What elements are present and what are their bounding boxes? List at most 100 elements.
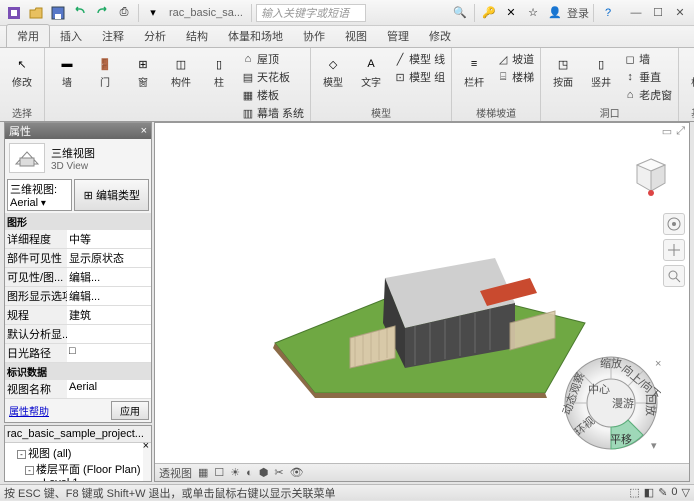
dormer-button[interactable]: ⌂老虎窗 bbox=[621, 86, 674, 104]
model-button[interactable]: ◇模型 bbox=[315, 50, 351, 91]
help-icon[interactable]: ? bbox=[598, 3, 618, 23]
property-row[interactable]: 可见性/图...编辑... bbox=[5, 268, 151, 287]
tab-分析[interactable]: 分析 bbox=[134, 25, 176, 47]
door-button[interactable]: 🚪门 bbox=[87, 50, 123, 91]
window-button[interactable]: ⊞窗 bbox=[125, 50, 161, 91]
save-icon[interactable] bbox=[48, 3, 68, 23]
type-selector[interactable]: 三维视图: Aerial ▾ bbox=[7, 179, 72, 211]
project-tree[interactable]: -视图 (all)-楼层平面 (Floor Plan)Level 1Level … bbox=[5, 443, 143, 482]
tab-修改[interactable]: 修改 bbox=[419, 25, 461, 47]
steering-wheel[interactable]: 缩放 回放 平移 向上/向下 环视 中心 漫游 动态观察 × ▾ bbox=[561, 353, 661, 453]
print-icon[interactable]: ⎙ bbox=[114, 3, 134, 23]
worksets-icon[interactable]: ⬚ bbox=[629, 486, 639, 499]
minimize-icon[interactable]: — bbox=[626, 5, 646, 21]
undo-icon[interactable] bbox=[70, 3, 90, 23]
floor-button[interactable]: ▦楼板 bbox=[239, 86, 306, 104]
visual-style-icon[interactable]: ☐ bbox=[214, 466, 224, 479]
component-button[interactable]: ◫构件 bbox=[163, 50, 199, 91]
subscription-icon[interactable]: 🔑 bbox=[479, 3, 499, 23]
signin-icon[interactable]: 👤 bbox=[545, 3, 565, 23]
ramp-button[interactable]: ◿坡道 bbox=[494, 50, 536, 68]
wallop-button[interactable]: ◻墙 bbox=[621, 50, 674, 68]
exchange-icon[interactable]: ✕ bbox=[501, 3, 521, 23]
filter-icon[interactable]: ▾ bbox=[143, 3, 163, 23]
rail-button[interactable]: ≡栏杆 bbox=[456, 50, 492, 91]
login-label[interactable]: 登录 bbox=[567, 5, 589, 21]
tree-leaf[interactable]: Level 1 bbox=[7, 477, 141, 482]
maximize-icon[interactable]: ☐ bbox=[648, 5, 668, 21]
viewcube-home-icon bbox=[648, 190, 654, 196]
properties-help-link[interactable]: 属性帮助 bbox=[7, 401, 51, 420]
restore-view-icon[interactable]: ▭ bbox=[662, 125, 672, 138]
group-icon: ⊡ bbox=[393, 70, 407, 84]
design-options-icon[interactable]: ◧ bbox=[644, 486, 654, 499]
stair-button[interactable]: ⌸楼梯 bbox=[494, 68, 536, 86]
tab-常用[interactable]: 常用 bbox=[6, 24, 50, 47]
property-category: 图形 bbox=[5, 213, 151, 230]
apply-button[interactable]: 应用 bbox=[111, 401, 149, 420]
text-button[interactable]: A文字 bbox=[353, 50, 389, 91]
column-button[interactable]: ▯柱 bbox=[201, 50, 237, 91]
view-cube[interactable] bbox=[629, 153, 673, 197]
edit-type-button[interactable]: ⊞ 编辑类型 bbox=[74, 179, 149, 211]
cursor-button[interactable]: ↖修改 bbox=[4, 50, 40, 91]
tab-协作[interactable]: 协作 bbox=[293, 25, 335, 47]
property-row[interactable]: 规程建筑 bbox=[5, 306, 151, 325]
wheel-close-icon[interactable]: × bbox=[655, 358, 661, 370]
property-row[interactable]: 视图名称Aerial bbox=[5, 380, 151, 399]
app-button[interactable] bbox=[4, 3, 24, 23]
zoom-icon[interactable] bbox=[663, 265, 685, 287]
rendering-icon[interactable]: ⬢ bbox=[259, 466, 269, 479]
tree-root[interactable]: -视图 (all) bbox=[7, 445, 141, 461]
steering-wheel-icon[interactable] bbox=[663, 213, 685, 235]
shaft-button[interactable]: ▯竖井 bbox=[583, 50, 619, 91]
property-row[interactable]: 默认分析显... bbox=[5, 325, 151, 344]
group-title: 洞口 bbox=[545, 105, 674, 119]
property-row[interactable]: 详细程度中等 bbox=[5, 230, 151, 249]
roof-icon: ⌂ bbox=[241, 52, 255, 66]
tab-插入[interactable]: 插入 bbox=[50, 25, 92, 47]
tree-node[interactable]: -楼层平面 (Floor Plan) bbox=[7, 461, 141, 477]
close-icon[interactable]: ✕ bbox=[670, 5, 690, 21]
filter-icon[interactable]: ▽ bbox=[682, 486, 690, 499]
model-icon: ◇ bbox=[321, 52, 345, 76]
tab-结构[interactable]: 结构 bbox=[176, 25, 218, 47]
roof-button[interactable]: ⌂屋顶 bbox=[239, 50, 306, 68]
view-scale[interactable]: 透视图 bbox=[159, 465, 192, 481]
wall-button[interactable]: ▬墙 bbox=[49, 50, 85, 91]
search-input[interactable]: 输入关键字或短语 bbox=[256, 4, 366, 22]
shadows-icon[interactable]: ◐ bbox=[246, 467, 253, 479]
group-title: 楼梯坡道 bbox=[456, 105, 536, 119]
sun-path-icon[interactable]: ☀ bbox=[230, 466, 240, 479]
vert-button[interactable]: ↕垂直 bbox=[621, 68, 674, 86]
crop-icon[interactable]: ✂ bbox=[274, 466, 283, 479]
property-row[interactable]: 图形显示选项编辑... bbox=[5, 287, 151, 306]
line-button[interactable]: ╱模型 线 bbox=[391, 50, 447, 68]
pan-icon[interactable] bbox=[663, 239, 685, 261]
detail-level-icon[interactable]: ▦ bbox=[198, 466, 208, 479]
group-button[interactable]: ⊡模型 组 bbox=[391, 68, 447, 86]
view-canvas[interactable]: ▭ ⤢ bbox=[154, 122, 690, 482]
ceiling-button[interactable]: ▤天花板 bbox=[239, 68, 306, 86]
property-row[interactable]: 日光路径□ bbox=[5, 344, 151, 363]
byface-button[interactable]: ◳按面 bbox=[545, 50, 581, 91]
level-button[interactable]: ⇔标高 bbox=[683, 50, 694, 91]
wall-icon: ▬ bbox=[55, 52, 79, 76]
maximize-view-icon[interactable]: ⤢ bbox=[676, 125, 685, 138]
tab-管理[interactable]: 管理 bbox=[377, 25, 419, 47]
open-icon[interactable] bbox=[26, 3, 46, 23]
close-icon[interactable]: × bbox=[143, 440, 149, 452]
tab-注释[interactable]: 注释 bbox=[92, 25, 134, 47]
property-row[interactable]: 部件可见性显示原状态 bbox=[5, 249, 151, 268]
infocenter-search-icon[interactable]: 🔍 bbox=[450, 3, 470, 23]
curtain-button[interactable]: ▥幕墙 系统 bbox=[239, 104, 306, 122]
browser-title: rac_basic_sample_project... × bbox=[5, 426, 151, 443]
vert-icon: ↕ bbox=[623, 70, 637, 84]
redo-icon[interactable] bbox=[92, 3, 112, 23]
editable-only-icon[interactable]: ✎ bbox=[658, 486, 667, 499]
tab-视图[interactable]: 视图 bbox=[335, 25, 377, 47]
hide-isolate-icon[interactable]: 👁 bbox=[290, 466, 304, 479]
tab-体量和场地[interactable]: 体量和场地 bbox=[218, 25, 293, 47]
close-icon[interactable]: × bbox=[141, 125, 147, 137]
favorite-icon[interactable]: ☆ bbox=[523, 3, 543, 23]
